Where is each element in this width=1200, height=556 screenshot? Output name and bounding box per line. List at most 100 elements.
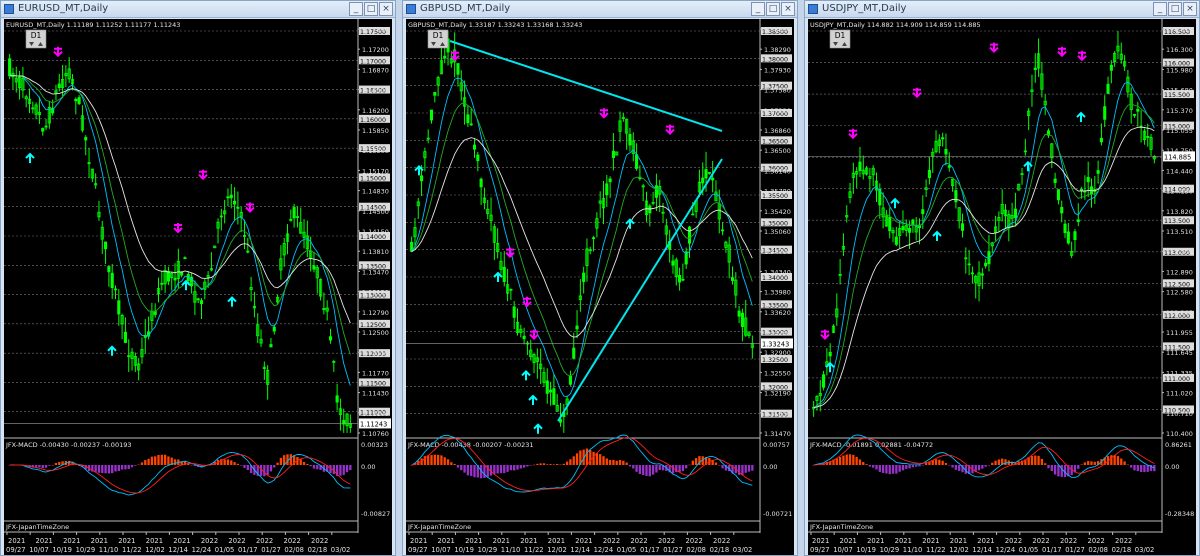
macd-histogram-bar (1044, 463, 1047, 465)
chart-area[interactable]: 1.38500 1.38000 1.37500 1.37000 1.36500 1.360… (406, 19, 794, 555)
macd-histogram-bar (694, 458, 698, 465)
date-label: 12/02 (547, 546, 567, 554)
price-scale-label: 113.200 (1166, 248, 1193, 256)
date-label: 02/08 (284, 546, 304, 554)
macd-histogram-bar (470, 465, 473, 476)
price-level-label: 1.35000 (762, 220, 788, 227)
macd-histogram-bar (506, 465, 509, 472)
macd-histogram-bar (898, 465, 901, 472)
trendline[interactable] (557, 158, 723, 422)
macd-histogram-bar (223, 459, 226, 465)
date-label: 10/19 (52, 546, 72, 554)
macd-histogram-bar (306, 463, 309, 465)
macd-histogram-bar (97, 465, 101, 473)
chart-area[interactable]: 1.17500 1.17000 1.16500 1.16000 1.15500 1.150… (4, 19, 392, 555)
candle-body (226, 196, 230, 199)
close-button[interactable]: × (379, 2, 393, 16)
price-chart-svg[interactable]: 1.385001.380001.375001.370001.365001.360… (406, 19, 794, 555)
candle-body (420, 175, 424, 182)
candle-body (1146, 136, 1150, 138)
candle-body (901, 226, 905, 231)
macd-histogram-bar (493, 465, 496, 475)
macd-histogram-bar (499, 465, 503, 474)
maximize-button[interactable]: □ (766, 2, 780, 16)
price-scale-label: 1.34700 (764, 248, 791, 256)
macd-histogram-bar (163, 454, 167, 465)
maximize-button[interactable]: □ (1168, 2, 1182, 16)
date-label: 10/19 (454, 546, 474, 554)
price-scale-label: 1.37220 (764, 107, 791, 115)
year-label: 2021 (950, 537, 967, 545)
price-level-label: 1.11500 (360, 380, 386, 387)
candle-body (575, 325, 579, 330)
macd-histogram-bar (865, 464, 868, 465)
price-chart-svg[interactable]: 1.175001.170001.165001.160001.155001.150… (4, 19, 392, 555)
date-label: 11/22 (122, 546, 142, 554)
candle-body (1136, 108, 1140, 112)
close-button[interactable]: × (781, 2, 795, 16)
candle-body (549, 389, 553, 393)
macd-histogram-bar (1037, 455, 1040, 465)
price-scale-label: 1.12110 (362, 349, 389, 357)
chart-window-eurusd[interactable]: EURUSD_MT,Daily _ □ × 1.17500 1.17000 1.16… (0, 0, 396, 556)
chart-window-usdjpy[interactable]: USDJPY_MT,Daily _ □ × 116.500 116.000 115.… (804, 0, 1200, 556)
candle-body (77, 97, 81, 105)
minimize-button[interactable]: _ (349, 2, 363, 16)
candle-body (921, 209, 925, 215)
macd-histogram-bar (862, 461, 865, 465)
year-label: 2022 (603, 537, 620, 545)
macd-histogram-bar (615, 460, 618, 465)
trendline[interactable] (449, 40, 723, 132)
macd-histogram-bar (984, 465, 987, 467)
macd-histogram-bar (160, 454, 163, 465)
macd-histogram-bar (279, 457, 283, 465)
macd-histogram-bar (1116, 456, 1120, 465)
year-label: 2021 (922, 537, 939, 545)
macd-histogram-bar (144, 460, 147, 465)
date-label: 10/07 (833, 546, 853, 554)
date-label: 02/18 (308, 546, 328, 554)
macd-histogram-bar (276, 462, 279, 465)
candle-body (1060, 206, 1064, 214)
macd-histogram-bar (569, 459, 572, 465)
date-label: 02/18 (1112, 546, 1132, 554)
title-bar[interactable]: GBPUSD_MT,Daily _ □ × (403, 1, 797, 18)
macd-histogram-bar (938, 459, 941, 465)
date-label: 01/27 (1065, 546, 1085, 554)
candle-body (947, 165, 951, 168)
maximize-button[interactable]: □ (364, 2, 378, 16)
macd-histogram-bar (522, 465, 526, 468)
macd-histogram-bar (612, 459, 615, 465)
macd-histogram-bar (628, 465, 632, 467)
macd-histogram-bar (150, 456, 154, 465)
date-label: 12/24 (192, 546, 212, 554)
macd-histogram-bar (503, 465, 506, 474)
minimize-button[interactable]: _ (751, 2, 765, 16)
macd-histogram-bar (924, 463, 928, 465)
date-label: 01/27 (663, 546, 683, 554)
candle-body (110, 272, 114, 289)
title-bar[interactable]: EURUSD_MT,Daily _ □ × (1, 1, 395, 18)
macd-histogram-bar (951, 465, 954, 468)
candle-body (469, 123, 473, 126)
chart-window-gbpusd[interactable]: GBPUSD_MT,Daily _ □ × 1.38500 1.38000 1.37… (402, 0, 798, 556)
macd-histogram-bar (1060, 465, 1063, 477)
date-label: 01/05 (215, 546, 235, 554)
title-bar[interactable]: USDJPY_MT,Daily _ □ × (805, 1, 1199, 18)
close-button[interactable]: × (1183, 2, 1197, 16)
macd-histogram-bar (453, 463, 456, 465)
candle-body (984, 262, 988, 267)
candle-body (1096, 170, 1100, 174)
chart-area[interactable]: 116.500116.000115.500115.000114.500114.0… (808, 19, 1196, 555)
minimize-button[interactable]: _ (1153, 2, 1167, 16)
macd-scale-label: -0.28348 (1165, 510, 1194, 518)
date-label: 02/08 (1088, 546, 1108, 554)
price-chart-svg[interactable]: 116.500116.000115.500115.000114.500114.0… (808, 19, 1196, 555)
macd-histogram-bar (1080, 464, 1083, 466)
macd-histogram-bar (572, 456, 575, 465)
date-label: 11/10 (99, 546, 119, 554)
arrow-down-icon (1057, 46, 1067, 58)
date-label: 10/29 (76, 546, 96, 554)
macd-histogram-bar (911, 465, 915, 468)
current-price-label: 1.11243 (360, 420, 387, 428)
